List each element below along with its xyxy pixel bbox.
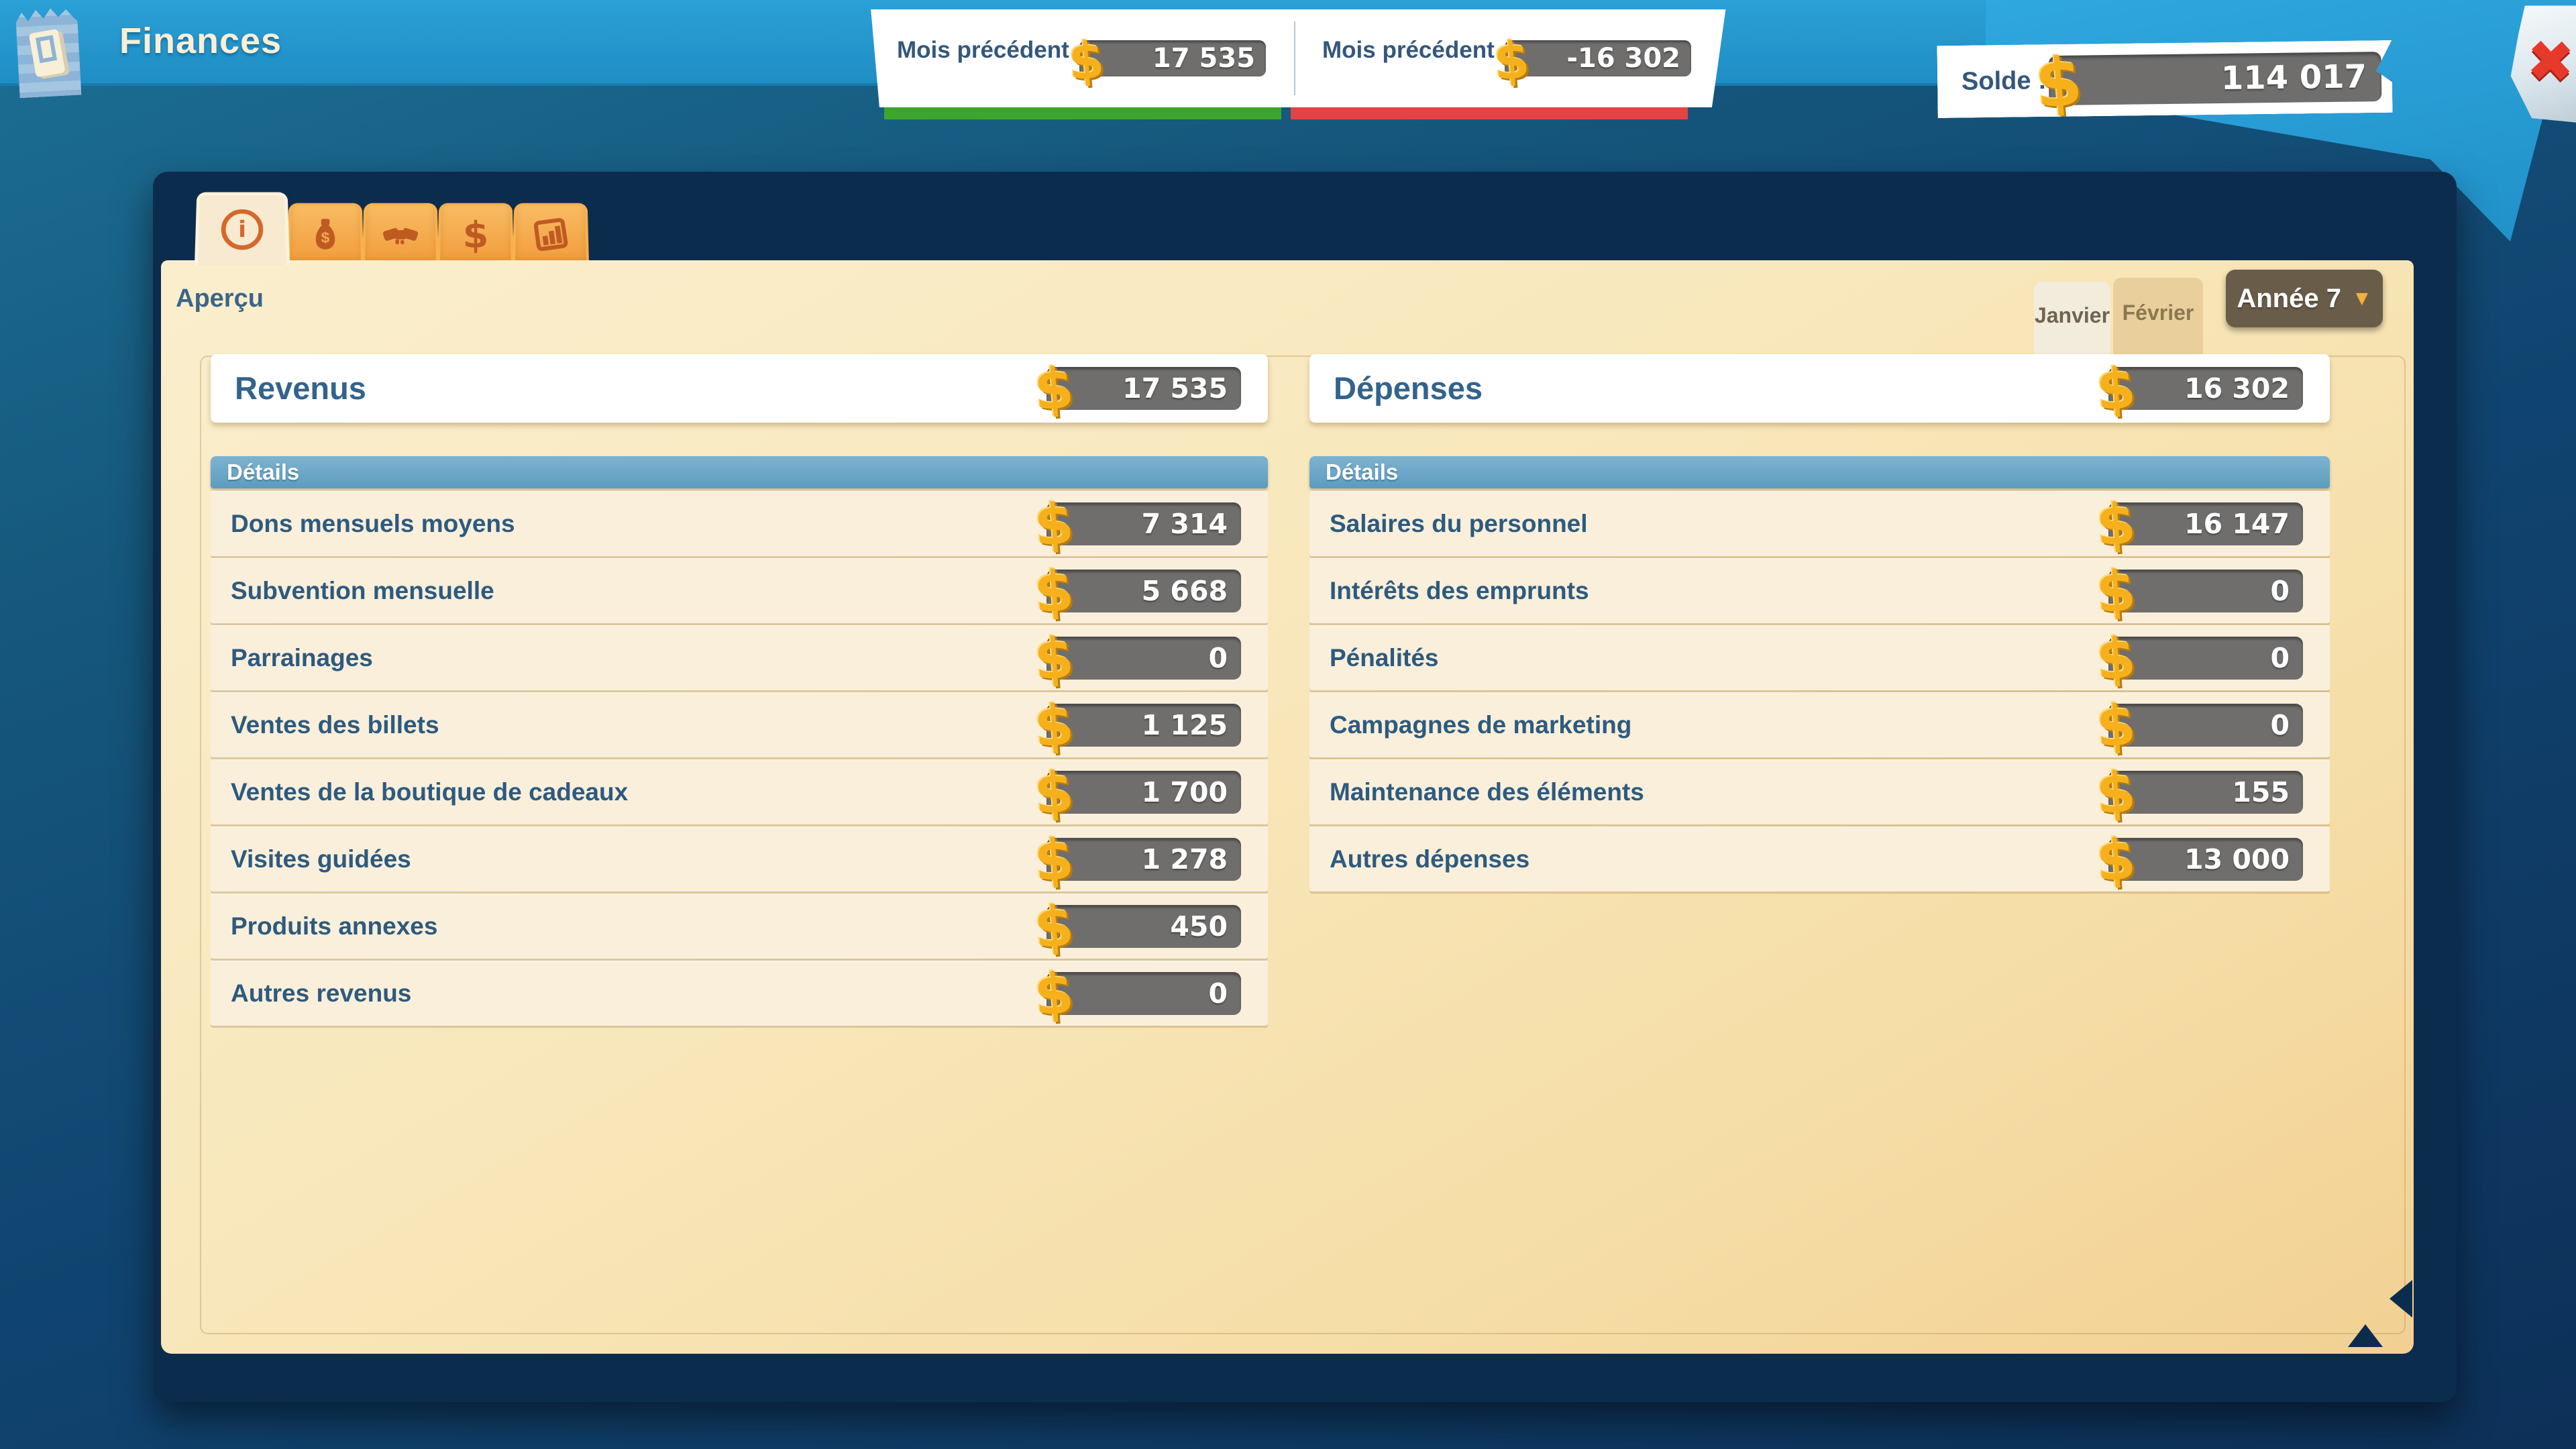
month-tab-fevrier[interactable]: Février — [2113, 278, 2203, 357]
value-pill: $16 147 — [2108, 502, 2303, 545]
table-row: Campagnes de marketing $0 — [1309, 692, 2330, 757]
previous-month-banner: Mois précédent $ 17 535 Mois précédent $… — [867, 9, 1727, 107]
prev-month-expense-value: -16 302 — [1566, 40, 1680, 76]
table-row: Maintenance des éléments $155 — [1309, 759, 2330, 824]
prev-month-income-label: Mois précédent — [897, 36, 1069, 64]
bar-chart-icon — [530, 215, 572, 254]
dollar-icon: $ — [1032, 893, 1076, 961]
revenues-header-card: Revenus $ 17 535 — [211, 354, 1268, 423]
value-pill: $1 278 — [1046, 838, 1241, 881]
balance-value: 114 017 — [2220, 52, 2367, 103]
table-row: Autres dépenses $13 000 — [1309, 826, 2330, 892]
tab-money[interactable]: $ — [437, 203, 514, 264]
value-pill: $1 700 — [1046, 771, 1241, 814]
expenses-header-card: Dépenses $ 16 302 — [1309, 354, 2330, 423]
expenses-total: 16 302 — [2184, 367, 2290, 410]
dollar-icon: $ — [2094, 692, 2138, 760]
dollar-icon: $ — [1492, 30, 1532, 91]
expenses-title: Dépenses — [1334, 354, 1483, 423]
dollar-icon: $ — [1032, 490, 1076, 559]
value-pill: $0 — [1046, 637, 1241, 680]
dollar-icon: $ — [1032, 355, 1076, 423]
prev-month-expense-label: Mois précédent — [1322, 36, 1495, 64]
tab-charts[interactable] — [513, 203, 589, 264]
value-pill: $7 314 — [1046, 502, 1241, 545]
dollar-icon: $ — [1032, 826, 1076, 894]
svg-text:$: $ — [321, 229, 330, 246]
expense-underline-bar — [1291, 107, 1688, 119]
table-row: Parrainages $0 — [211, 625, 1268, 690]
value-pill: $450 — [1046, 905, 1241, 948]
value-pill: $155 — [2108, 771, 2303, 814]
dollar-icon: $ — [1032, 960, 1076, 1028]
page-title: Finances — [119, 20, 282, 62]
dollar-icon: $ — [2032, 42, 2085, 123]
table-row: Salaires du personnel $16 147 — [1309, 491, 2330, 556]
prev-month-income-value: 17 535 — [1152, 40, 1255, 76]
revenues-details-header: Détails — [211, 456, 1268, 488]
finances-screen: Finances Mois précédent $ 17 535 Mois pr… — [0, 0, 2576, 1449]
table-row: Dons mensuels moyens $7 314 — [211, 491, 1268, 556]
expenses-total-pill: $ 16 302 — [2108, 367, 2303, 410]
table-row: Produits annexes $450 — [211, 894, 1268, 959]
prev-month-expense-pill: $ -16 302 — [1505, 40, 1691, 76]
year-label: Année 7 — [2237, 284, 2341, 314]
table-row: Subvention mensuelle $5 668 — [211, 558, 1268, 623]
dollar-icon: $ — [1067, 30, 1106, 91]
value-pill: $0 — [2108, 637, 2303, 680]
value-pill: $1 125 — [1046, 704, 1241, 747]
revenues-total-pill: $ 17 535 — [1046, 367, 1241, 410]
finances-ticket-icon — [15, 5, 82, 99]
value-pill: $13 000 — [2108, 838, 2303, 881]
dollar-icon: $ — [1032, 759, 1076, 827]
table-row: Ventes des billets $1 125 — [211, 692, 1268, 757]
expenses-details-header: Détails — [1309, 456, 2330, 488]
dollar-icon: $ — [455, 215, 496, 254]
year-dropdown[interactable]: Année 7 ▼ — [2226, 270, 2383, 327]
dollar-icon: $ — [2094, 826, 2138, 894]
ledger-book-icon — [29, 29, 66, 78]
value-pill: $0 — [2108, 570, 2303, 612]
dollar-icon: $ — [1032, 625, 1076, 693]
value-pill: $0 — [2108, 704, 2303, 747]
table-row: Ventes de la boutique de cadeaux $1 700 — [211, 759, 1268, 824]
corner-notch-icon — [2390, 1280, 2412, 1318]
balance-pill: $ 114 017 — [2049, 52, 2382, 105]
chevron-down-icon: ▼ — [2352, 287, 2372, 310]
dollar-icon: $ — [2094, 355, 2138, 423]
dollar-icon: $ — [1032, 692, 1076, 760]
handshake-icon — [380, 215, 421, 254]
prev-month-income-pill: $ 17 535 — [1079, 40, 1266, 76]
corner-notch-icon — [2348, 1324, 2383, 1347]
money-bag-icon: $ — [305, 215, 346, 254]
tab-income[interactable]: $ — [287, 203, 364, 264]
dollar-icon: $ — [1032, 557, 1076, 626]
dollar-icon: $ — [2094, 759, 2138, 827]
tab-deals[interactable] — [362, 203, 439, 264]
revenues-total: 17 535 — [1122, 367, 1228, 410]
balance-banner: Solde : $ 114 017 — [1937, 40, 2392, 118]
month-tab-janvier[interactable]: Janvier — [2034, 282, 2110, 357]
section-title: Aperçu — [176, 284, 264, 313]
svg-text:$: $ — [462, 215, 488, 255]
dollar-icon: $ — [2094, 490, 2138, 559]
table-row: Autres revenus $0 — [211, 961, 1268, 1026]
table-row: Visites guidées $1 278 — [211, 826, 1268, 892]
table-row: Pénalités $0 — [1309, 625, 2330, 690]
banner-divider — [1294, 21, 1295, 95]
revenues-title: Revenus — [235, 354, 366, 423]
dollar-icon: $ — [2094, 625, 2138, 693]
table-row: Intérêts des emprunts $0 — [1309, 558, 2330, 623]
info-icon: i — [221, 209, 263, 250]
dollar-icon: $ — [2094, 557, 2138, 626]
close-icon: ✖ — [2525, 28, 2576, 96]
income-underline-bar — [884, 107, 1281, 119]
tab-overview[interactable]: i — [195, 193, 290, 265]
value-pill: $0 — [1046, 972, 1241, 1015]
value-pill: $5 668 — [1046, 570, 1241, 612]
